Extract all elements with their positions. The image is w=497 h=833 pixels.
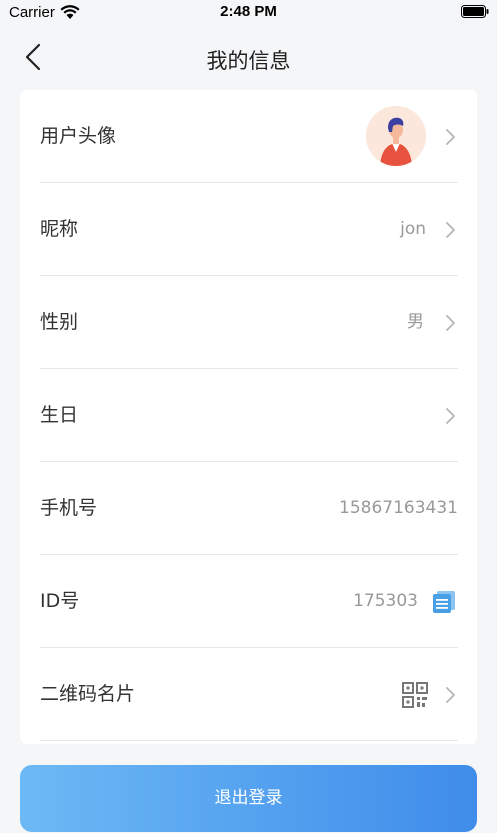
id-value: 175303 (353, 591, 418, 611)
chevron-right-icon (446, 129, 455, 145)
row-label: 性别 (40, 311, 79, 333)
row-birthday[interactable]: 生日 (40, 369, 458, 462)
row-label: 手机号 (40, 497, 98, 519)
row-avatar[interactable]: 用户头像 (40, 90, 458, 183)
row-qr-card[interactable]: 二维码名片 (40, 648, 458, 741)
qr-code-icon (402, 682, 428, 708)
chevron-right-icon (446, 222, 455, 238)
gender-value: 男 (407, 312, 424, 332)
chevron-right-icon (446, 408, 455, 424)
nav-bar: 我的信息 (0, 26, 497, 90)
battery-icon (461, 5, 489, 18)
copy-icon[interactable] (432, 590, 456, 614)
row-label: 昵称 (40, 218, 79, 240)
page-title: 我的信息 (206, 49, 291, 73)
row-label: 用户头像 (40, 125, 117, 147)
chevron-right-icon (446, 315, 455, 331)
row-label: 二维码名片 (40, 683, 136, 705)
row-label: 生日 (40, 404, 79, 426)
logout-button[interactable]: 退出登录 (20, 765, 477, 832)
row-phone: 手机号 15867163431 (40, 462, 458, 555)
row-gender[interactable]: 性别 男 (40, 276, 458, 369)
row-id: ID号 175303 (40, 555, 458, 648)
clock: 2:48 PM (220, 3, 277, 20)
chevron-right-icon (446, 687, 455, 703)
row-nickname[interactable]: 昵称 jon (40, 183, 458, 276)
phone-value: 15867163431 (339, 498, 458, 518)
info-card: 用户头像 昵称 jon 性别 男 生日 手机号 15867163431 ID号 … (20, 90, 477, 744)
avatar (366, 106, 426, 166)
nickname-value: jon (400, 219, 426, 239)
status-bar: Carrier 2:48 PM (0, 0, 497, 26)
row-label: ID号 (40, 590, 80, 612)
